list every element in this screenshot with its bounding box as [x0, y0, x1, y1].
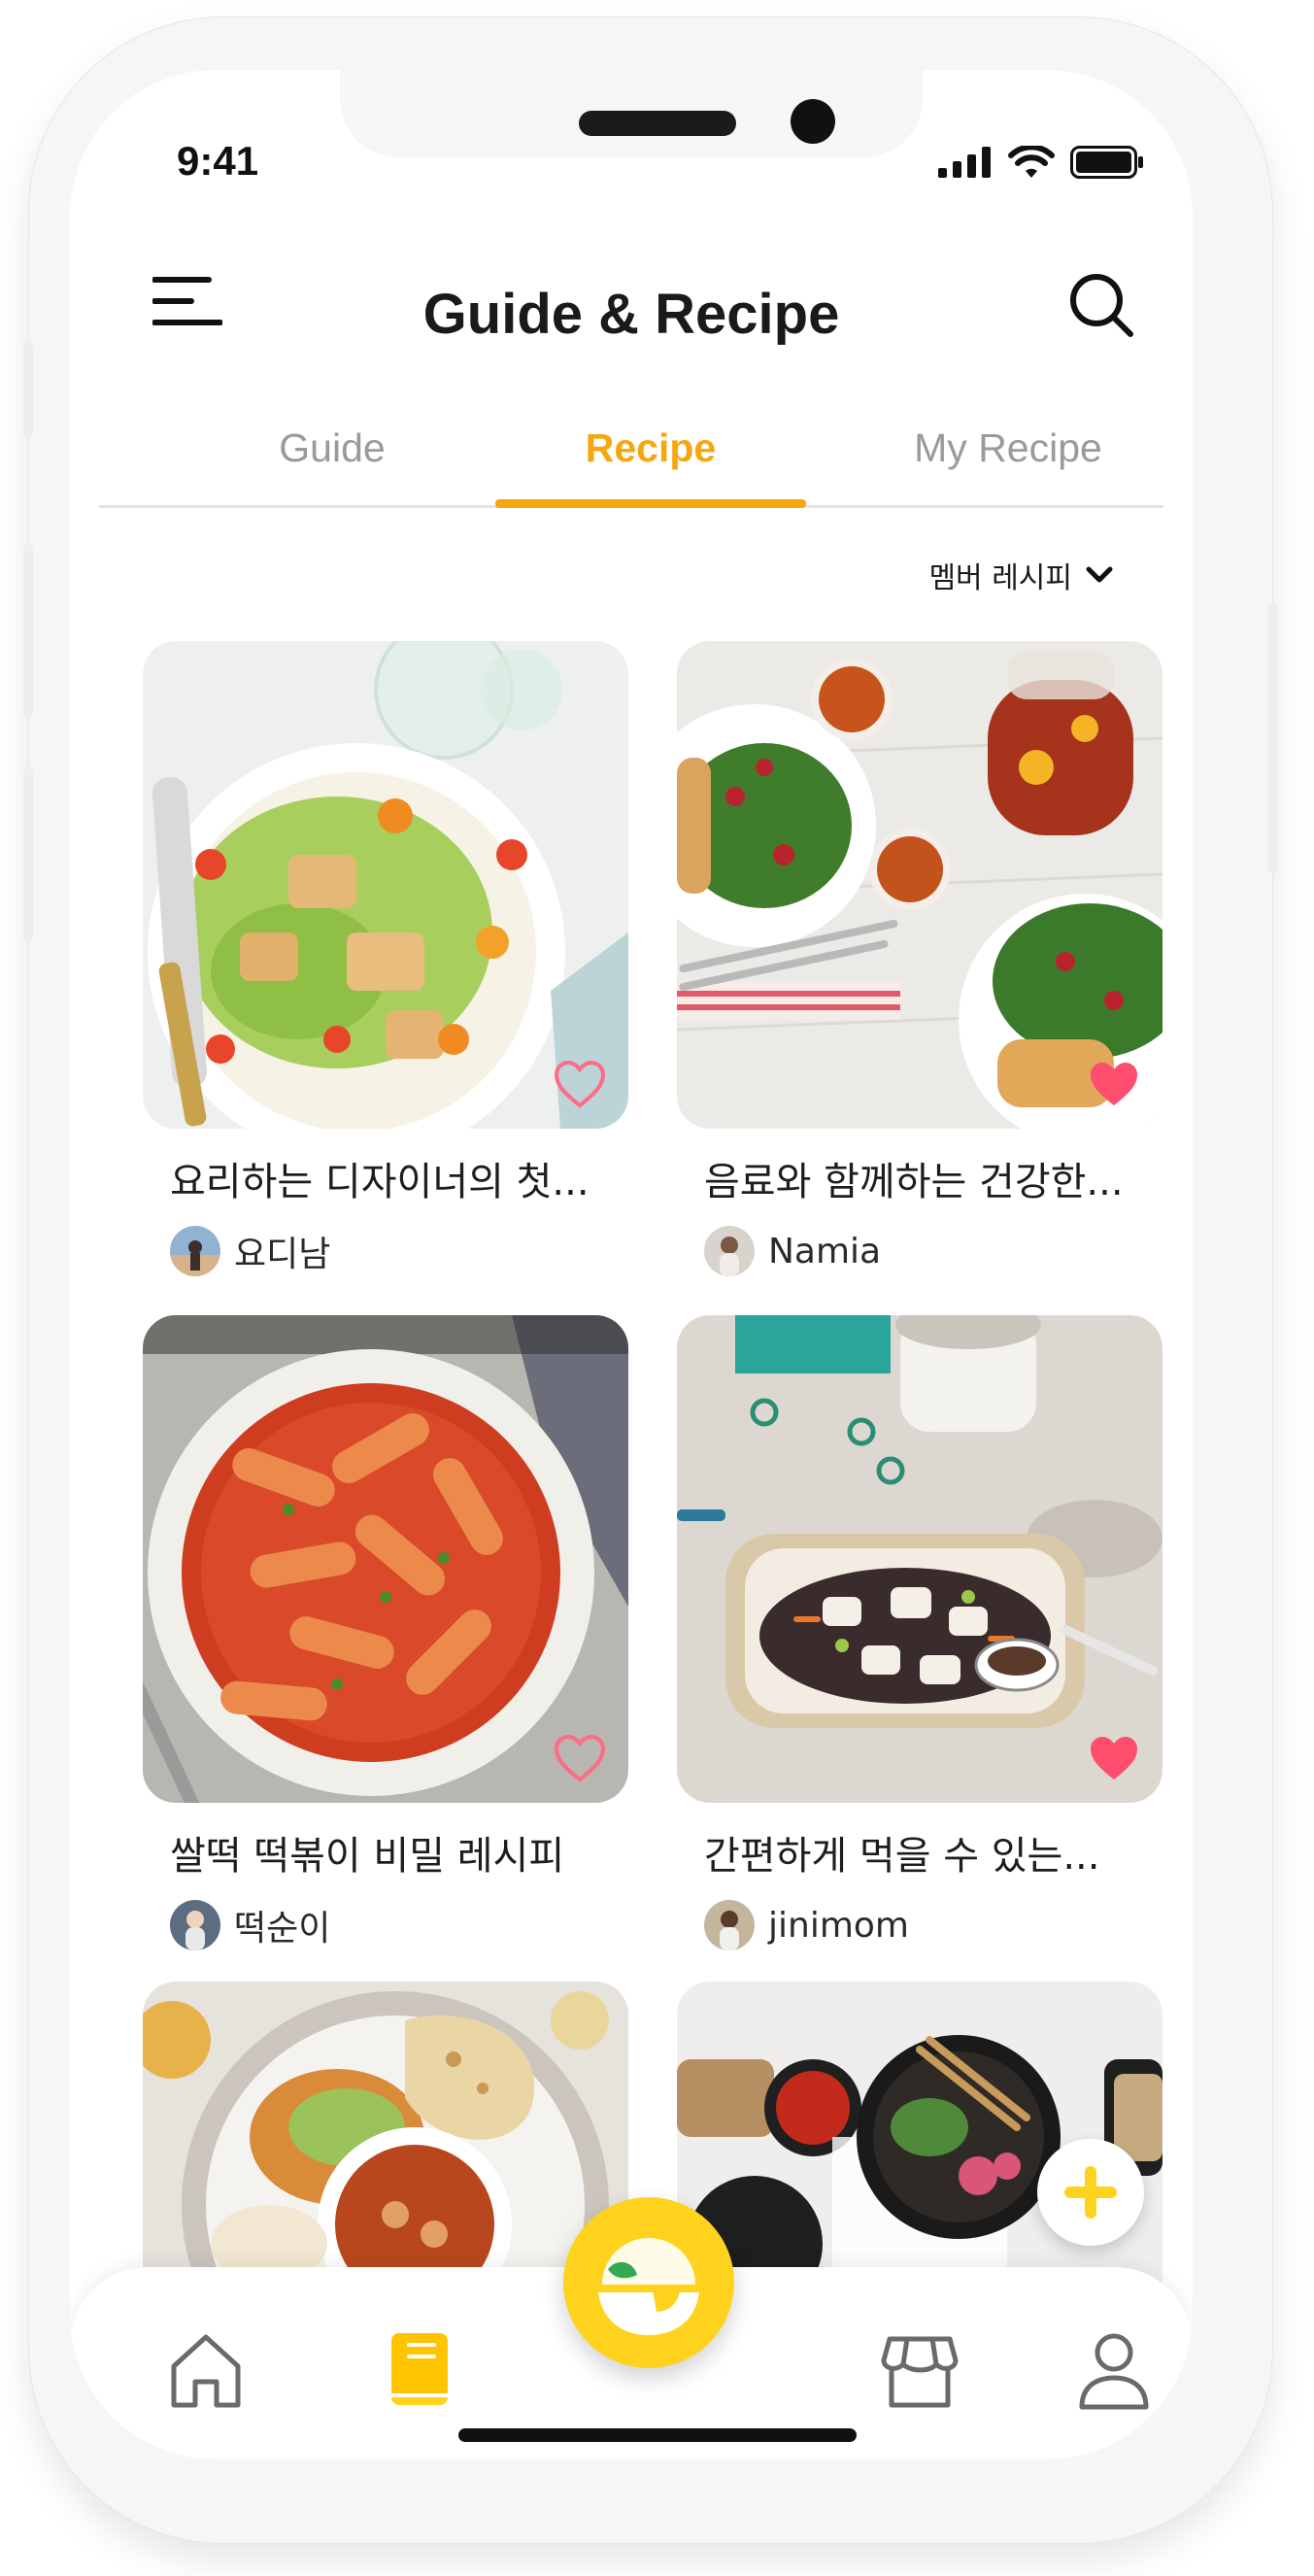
- center-action-button[interactable]: [563, 2197, 734, 2368]
- tab-guide[interactable]: Guide: [177, 410, 488, 505]
- volume-up-button: [23, 544, 33, 719]
- recipe-thumbnail[interactable]: [143, 641, 628, 1129]
- recipe-author[interactable]: 요디남: [143, 1226, 628, 1276]
- recipe-filter-dropdown[interactable]: 멤버 레시피: [928, 554, 1113, 596]
- silent-switch: [23, 340, 33, 437]
- status-icons: [938, 146, 1144, 179]
- recipe-thumbnail[interactable]: [677, 641, 1162, 1129]
- book-icon[interactable]: [376, 2325, 463, 2413]
- status-bar: 9:41: [70, 70, 1193, 206]
- volume-down-button: [23, 767, 33, 942]
- avatar: [704, 1226, 755, 1276]
- heart-outline-icon[interactable]: [553, 1059, 607, 1109]
- recipe-thumbnail[interactable]: [677, 1315, 1162, 1803]
- tab-my-recipe[interactable]: My Recipe: [853, 410, 1163, 505]
- grain-bowl-photo: [677, 1315, 1162, 1803]
- active-tab-indicator: [495, 499, 806, 508]
- profile-icon[interactable]: [1070, 2325, 1158, 2413]
- tab-bar: Guide Recipe My Recipe: [99, 410, 1163, 508]
- app-screen: 9:41 Guide & Recipe Guide Recipe My Reci…: [70, 70, 1193, 2459]
- author-name: Namia: [768, 1231, 882, 1271]
- home-icon[interactable]: [162, 2325, 250, 2413]
- store-icon[interactable]: [876, 2325, 963, 2413]
- recipe-title[interactable]: 요리하는 디자이너의 첫...: [143, 1150, 628, 1206]
- recipe-author[interactable]: 떡순이: [143, 1900, 628, 1950]
- app-header: Guide & Recipe: [70, 235, 1193, 371]
- page-title: Guide & Recipe: [422, 283, 840, 346]
- author-name: jinimom: [768, 1905, 909, 1946]
- recipe-card[interactable]: 요리하는 디자이너의 첫... 요디남: [143, 641, 628, 1276]
- avatar: [170, 1226, 220, 1276]
- tteokbokki-photo: [143, 1315, 628, 1803]
- heart-filled-icon[interactable]: [1087, 1733, 1141, 1783]
- recipe-card[interactable]: 쌀떡 떡볶이 비밀 레시피 떡순이: [143, 1315, 628, 1950]
- power-button: [1268, 602, 1278, 874]
- status-time: 9:41: [177, 138, 259, 184]
- recipe-author[interactable]: Namia: [677, 1226, 1162, 1276]
- recipe-card[interactable]: 간편하게 먹을 수 있는... jinimom: [677, 1315, 1162, 1950]
- heart-filled-icon[interactable]: [1087, 1059, 1141, 1109]
- chevron-down-icon: [1086, 566, 1113, 583]
- avatar: [170, 1900, 220, 1950]
- author-name: 요디남: [234, 1235, 331, 1274]
- home-indicator: [458, 2428, 857, 2442]
- filter-label: 멤버 레시피: [928, 561, 1072, 595]
- heart-outline-icon[interactable]: [553, 1733, 607, 1783]
- drinks-salad-photo: [677, 641, 1162, 1129]
- recipe-card[interactable]: 음료와 함께하는 건강한... Namia: [677, 641, 1162, 1276]
- signal-icon: [938, 147, 991, 178]
- recipe-title[interactable]: 음료와 함께하는 건강한...: [677, 1150, 1162, 1206]
- add-recipe-button[interactable]: [1037, 2139, 1144, 2246]
- recipe-title[interactable]: 간편하게 먹을 수 있는...: [677, 1824, 1162, 1881]
- tab-recipe[interactable]: Recipe: [495, 410, 806, 505]
- salad-photo: [143, 641, 628, 1129]
- search-icon[interactable]: [1066, 270, 1134, 338]
- author-name: 떡순이: [234, 1909, 331, 1949]
- avatar: [704, 1900, 755, 1950]
- plus-icon: [1064, 2166, 1117, 2219]
- recipe-thumbnail[interactable]: [143, 1315, 628, 1803]
- recipe-title[interactable]: 쌀떡 떡볶이 비밀 레시피: [143, 1824, 628, 1881]
- recipe-author[interactable]: jinimom: [677, 1900, 1162, 1950]
- wifi-icon: [1008, 146, 1055, 178]
- bowl-logo-icon: [598, 2238, 699, 2335]
- battery-icon: [1070, 146, 1143, 179]
